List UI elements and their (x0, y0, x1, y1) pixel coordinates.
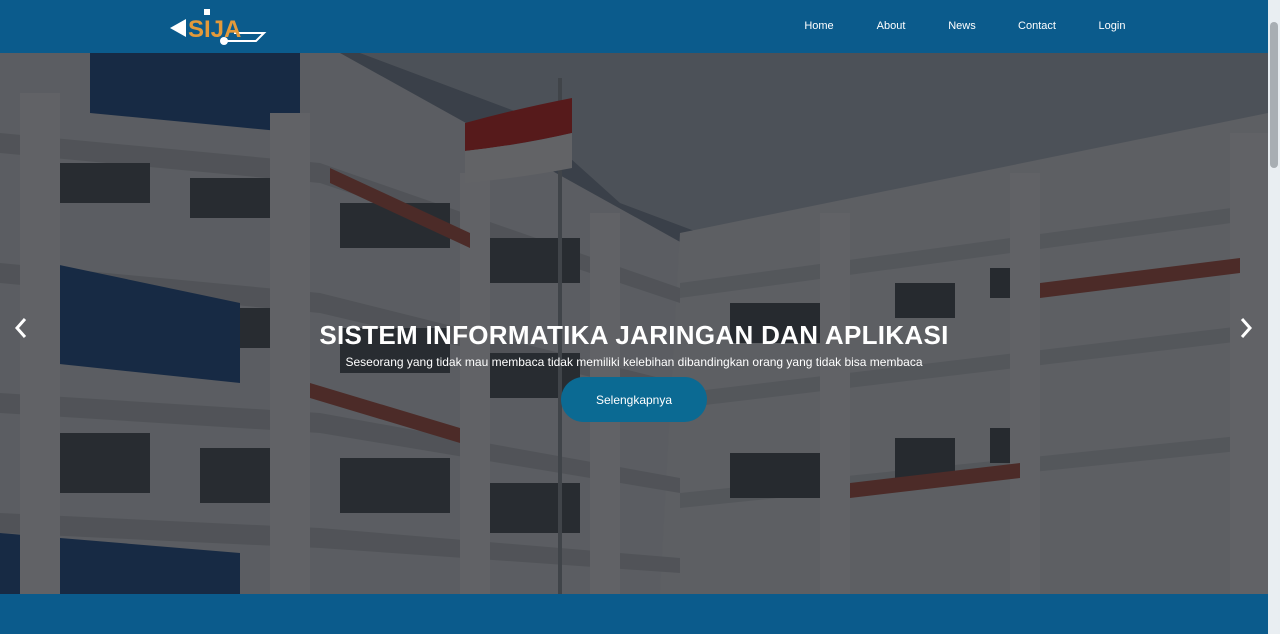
nav-link-login[interactable]: Login (1099, 0, 1126, 53)
hero-title: SISTEM INFORMATIKA JARINGAN DAN APLIKASI (319, 320, 949, 350)
sija-logo[interactable]: SIJA (168, 7, 268, 49)
nav-link-contact[interactable]: Contact (1018, 0, 1056, 53)
nav-link-about[interactable]: About (877, 0, 906, 53)
scrollbar-thumb[interactable] (1270, 22, 1278, 168)
page-scrollbar[interactable] (1268, 0, 1280, 634)
top-navbar: SIJA Home About News Contact Login (0, 0, 1268, 54)
svg-text:SIJA: SIJA (188, 16, 241, 43)
hero-subtitle: Seseorang yang tidak mau membaca tidak m… (345, 355, 923, 369)
nav-link-home[interactable]: Home (804, 0, 833, 53)
selengkapnya-button[interactable]: Selengkapnya (561, 377, 707, 422)
footer-section (0, 594, 1268, 634)
nav-link-news[interactable]: News (948, 0, 976, 53)
hero-carousel: SISTEM INFORMATIKA JARINGAN DAN APLIKASI… (0, 53, 1268, 594)
